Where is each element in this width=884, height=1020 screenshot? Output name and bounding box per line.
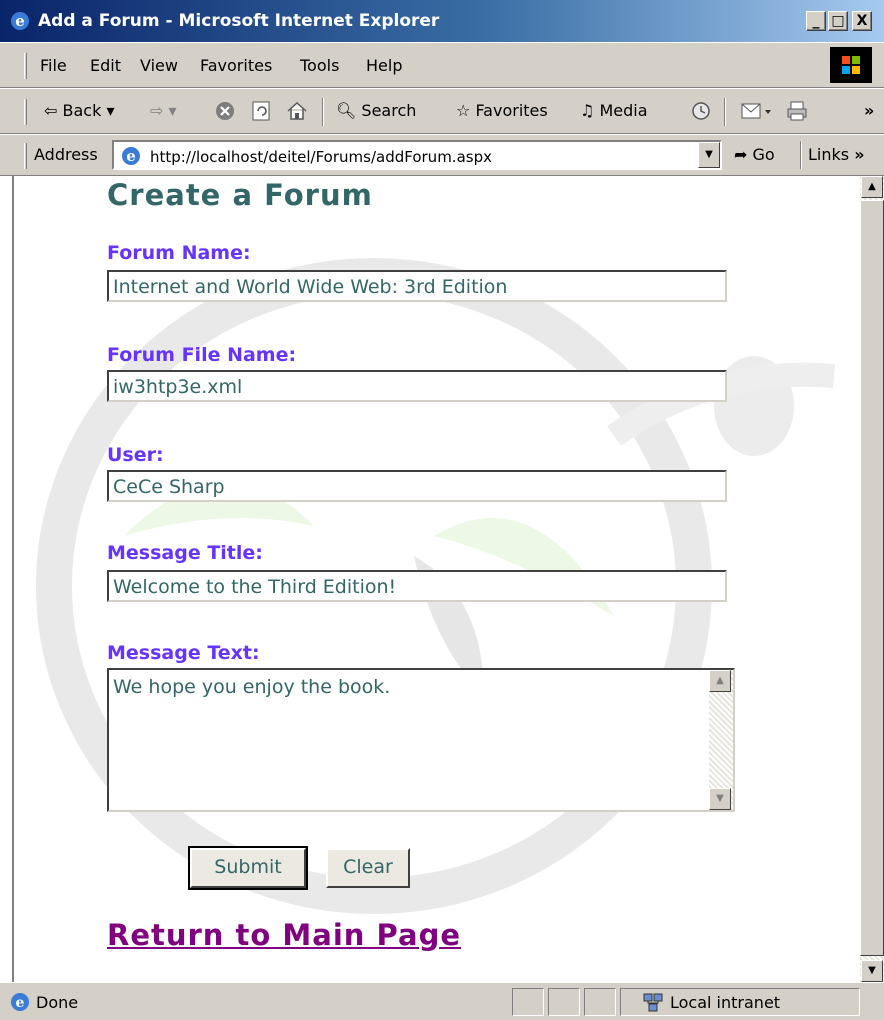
message-text-area[interactable]: We hope you enjoy the book. ▲ ▼	[107, 668, 735, 812]
go-label: Go	[752, 145, 775, 164]
status-text: Done	[36, 993, 79, 1012]
zone-label: Local intranet	[670, 993, 781, 1012]
user-label: User:	[107, 444, 164, 466]
home-icon[interactable]	[286, 100, 308, 122]
media-icon: ♫	[580, 101, 595, 120]
scroll-down-icon[interactable]: ▼	[861, 960, 883, 982]
minimize-button[interactable]: _	[806, 11, 826, 31]
page-icon: e	[122, 147, 140, 165]
return-main-link[interactable]: Return to Main Page	[107, 918, 461, 952]
back-dropdown-icon: ▾	[106, 101, 115, 120]
status-cell	[584, 988, 616, 1016]
back-button[interactable]: ⇦ Back ▾	[44, 101, 114, 120]
addressbar-grip[interactable]	[24, 143, 27, 169]
window-title: Add a Forum - Microsoft Internet Explore…	[38, 11, 440, 31]
menu-tools[interactable]: Tools	[300, 56, 339, 75]
toolbar-separator	[724, 98, 726, 126]
forum-name-label: Forum Name:	[107, 242, 251, 264]
toolbar-overflow-icon[interactable]: »	[864, 101, 874, 120]
page-scrollbar[interactable]: ▲ ▼	[860, 176, 884, 982]
address-dropdown-button[interactable]: ▼	[698, 142, 720, 168]
intranet-icon	[643, 993, 663, 1012]
search-icon: 🔍︎	[336, 101, 357, 120]
address-bar: Address e http://localhost/deitel/Forums…	[0, 134, 884, 176]
windows-logo-icon	[830, 47, 872, 83]
menu-file[interactable]: File	[40, 56, 67, 75]
favorites-button[interactable]: ☆ Favorites	[456, 101, 548, 120]
scroll-up-icon[interactable]: ▲	[861, 176, 883, 198]
status-bar: e Done Local intranet	[0, 982, 884, 1020]
svg-text:e: e	[126, 147, 136, 165]
maximize-button[interactable]: □	[828, 11, 848, 31]
toolbar-grip[interactable]	[24, 99, 27, 125]
forward-dropdown-icon: ▾	[168, 101, 177, 120]
menu-help[interactable]: Help	[366, 56, 402, 75]
page-title: Create a Forum	[107, 178, 373, 212]
links-label: Links	[808, 145, 850, 164]
menubar-grip[interactable]	[24, 53, 27, 79]
file-name-input[interactable]: iw3htp3e.xml	[107, 370, 727, 402]
ie-logo-icon: e	[11, 12, 29, 30]
message-title-label: Message Title:	[107, 542, 263, 564]
clear-button[interactable]: Clear	[326, 848, 410, 888]
menu-bar: File Edit View Favorites Tools Help	[0, 42, 884, 88]
ie-status-icon: e	[11, 993, 29, 1011]
back-label: Back	[62, 101, 102, 120]
menu-edit[interactable]: Edit	[90, 56, 121, 75]
address-label: Address	[34, 145, 98, 164]
menu-view[interactable]: View	[140, 56, 178, 75]
textarea-scrollbar[interactable]: ▲ ▼	[709, 670, 733, 810]
close-button[interactable]: X	[852, 11, 872, 31]
links-overflow-icon: »	[854, 145, 865, 164]
go-button[interactable]: ➦ Go	[734, 145, 775, 164]
svg-text:e: e	[16, 995, 25, 1011]
page-content: Create a Forum Forum Name: Internet and …	[12, 176, 860, 982]
media-label: Media	[599, 101, 648, 120]
status-cell	[548, 988, 580, 1016]
media-button[interactable]: ♫ Media	[580, 101, 648, 120]
forward-button[interactable]: ⇨ ▾	[150, 101, 177, 120]
stop-icon[interactable]	[214, 100, 236, 122]
user-input[interactable]: CeCe Sharp	[107, 470, 727, 502]
menu-favorites[interactable]: Favorites	[200, 56, 272, 75]
back-arrow-icon: ⇦	[44, 101, 58, 120]
standard-toolbar: ⇦ Back ▾ ⇨ ▾ 🔍︎ Search ☆ Favorites ♫ Med…	[0, 88, 884, 134]
message-text-label: Message Text:	[107, 642, 260, 664]
address-url: http://localhost/deitel/Forums/addForum.…	[150, 148, 492, 166]
mail-icon[interactable]	[740, 100, 774, 122]
addressbar-separator	[800, 141, 802, 169]
submit-button[interactable]: Submit	[188, 846, 308, 890]
search-button[interactable]: 🔍︎ Search	[336, 101, 416, 120]
textarea-scroll-up-icon[interactable]: ▲	[709, 670, 731, 692]
search-label: Search	[361, 101, 417, 120]
print-icon[interactable]	[786, 100, 808, 122]
message-text-value: We hope you enjoy the book.	[113, 676, 391, 698]
textarea-scroll-down-icon[interactable]: ▼	[709, 788, 731, 810]
favorites-icon: ☆	[456, 101, 471, 120]
svg-text:e: e	[15, 12, 25, 30]
toolbar-separator	[322, 98, 324, 126]
links-button[interactable]: Links »	[808, 145, 865, 164]
favorites-label: Favorites	[475, 101, 548, 120]
refresh-icon[interactable]	[250, 100, 272, 122]
forum-name-input[interactable]: Internet and World Wide Web: 3rd Edition	[107, 270, 727, 302]
forward-arrow-icon: ⇨	[150, 101, 164, 120]
status-cell	[512, 988, 544, 1016]
history-icon[interactable]	[690, 100, 712, 122]
address-input[interactable]: e http://localhost/deitel/Forums/addForu…	[112, 140, 722, 170]
message-title-input[interactable]: Welcome to the Third Edition!	[107, 570, 727, 602]
window-titlebar: e Add a Forum - Microsoft Internet Explo…	[0, 0, 884, 42]
file-name-label: Forum File Name:	[107, 344, 297, 366]
scrollbar-thumb[interactable]	[860, 200, 884, 956]
go-arrow-icon: ➦	[734, 145, 748, 164]
